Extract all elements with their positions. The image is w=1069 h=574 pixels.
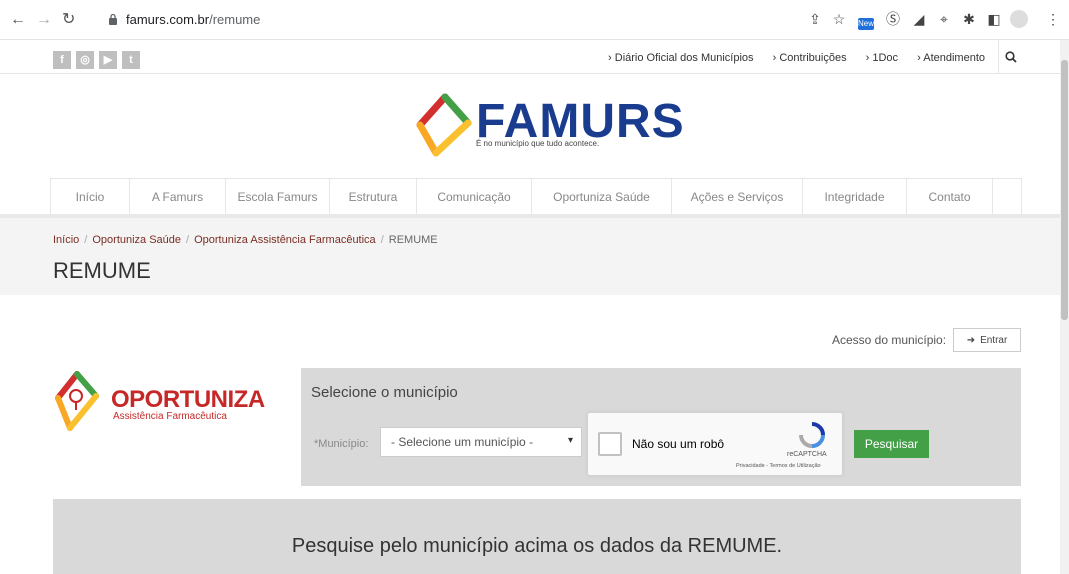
link-1doc[interactable]: › 1Doc <box>866 52 898 64</box>
recaptcha-links[interactable]: Privacidade - Termos de Utilização <box>736 463 821 469</box>
page-title: REMUME <box>53 258 151 283</box>
reload-icon[interactable]: ↻ <box>62 11 75 29</box>
location-icon[interactable]: ⌖ <box>935 10 953 28</box>
new-badge-icon[interactable]: New <box>858 18 874 30</box>
nav-item-comunicacao[interactable]: Comunicação <box>417 179 532 215</box>
recaptcha-widget: Não sou um robô reCAPTCHA Privacidade - … <box>587 412 843 476</box>
back-icon[interactable]: ← <box>10 11 26 29</box>
panel-title: Selecione o município <box>311 384 458 401</box>
nav-item-escola-famurs[interactable]: Escola Famurs <box>226 179 330 215</box>
recaptcha-label: Não sou um robô <box>632 437 725 451</box>
site-topbar: f ◎ ▶ t › Diário Oficial dos Municípios … <box>0 40 1069 74</box>
sidebar-icon[interactable]: ◧ <box>985 10 1003 28</box>
oportuniza-subtitle: Assistência Farmacêutica <box>113 411 227 422</box>
scrollbar-thumb[interactable] <box>1061 60 1068 320</box>
municipio-select[interactable]: - Selecione um município - ▾ <box>380 427 582 457</box>
oportuniza-title: OPORTUNIZA <box>111 386 265 413</box>
url-text: famurs.com.br/remume <box>126 12 261 27</box>
main-nav: Início A Famurs Escola Famurs Estrutura … <box>50 178 1022 215</box>
star-icon[interactable]: ☆ <box>830 10 848 28</box>
sign-in-icon: ➜ <box>966 334 976 346</box>
menu-icon[interactable]: ⋮ <box>1044 10 1062 28</box>
facebook-icon[interactable]: f <box>53 51 71 69</box>
breadcrumb-oportuniza-saude[interactable]: Oportuniza Saúde <box>92 234 181 246</box>
chevron-down-icon: ▾ <box>567 435 573 446</box>
nav-item-contato[interactable]: Contato <box>907 179 993 215</box>
page-header: Início / Oportuniza Saúde / Oportuniza Assis… <box>0 218 1060 295</box>
famurs-logo[interactable]: FAMURS É no município que tudo acontece. <box>416 93 684 163</box>
recaptcha-icon <box>799 422 825 448</box>
oportuniza-logo-icon <box>55 371 99 431</box>
avatar[interactable] <box>1010 10 1028 28</box>
link-diario-oficial[interactable]: › Diário Oficial dos Municípios <box>608 52 754 64</box>
nav-item-acoes-servicos[interactable]: Ações e Serviços <box>672 179 803 215</box>
pesquisar-button[interactable]: Pesquisar <box>854 430 929 458</box>
link-atendimento[interactable]: › Atendimento <box>917 52 985 64</box>
signal-icon[interactable]: ◢ <box>910 10 928 28</box>
select-municipio-panel: Selecione o município *Município: - Sele… <box>301 368 1021 486</box>
nav-item-integridade[interactable]: Integridade <box>803 179 907 215</box>
recaptcha-checkbox[interactable] <box>598 432 622 456</box>
nav-item-oportuniza-saude[interactable]: Oportuniza Saúde <box>532 179 672 215</box>
nav-item-inicio[interactable]: Início <box>51 179 130 215</box>
puzzle-icon[interactable]: ✱ <box>960 10 978 28</box>
top-links: › Diário Oficial dos Municípios › Contri… <box>592 52 985 64</box>
result-panel: Pesquise pelo município acima os dados d… <box>53 499 1021 574</box>
nav-item-a-famurs[interactable]: A Famurs <box>130 179 226 215</box>
skype-icon[interactable]: Ⓢ <box>884 10 902 28</box>
result-message: Pesquise pelo município acima os dados d… <box>291 535 783 557</box>
twitter-icon[interactable]: t <box>122 51 140 69</box>
breadcrumb: Início / Oportuniza Saúde / Oportuniza Assis… <box>53 234 438 246</box>
famurs-tagline: É no município que tudo acontece. <box>476 139 600 148</box>
breadcrumb-current: REMUME <box>388 234 438 246</box>
famurs-logo-icon <box>416 93 472 157</box>
lock-icon <box>109 13 117 25</box>
youtube-icon[interactable]: ▶ <box>99 51 117 69</box>
share-icon[interactable]: ⇪ <box>806 10 824 28</box>
municipio-label: *Município: <box>314 438 369 450</box>
forward-icon[interactable]: → <box>36 11 52 29</box>
nav-item-estrutura[interactable]: Estrutura <box>330 179 417 215</box>
breadcrumb-assistencia[interactable]: Oportuniza Assistência Farmacêutica <box>194 234 376 246</box>
oportuniza-logo: OPORTUNIZA Assistência Farmacêutica <box>55 370 280 440</box>
recaptcha-brand: reCAPTCHA <box>787 451 827 458</box>
link-contribuicoes[interactable]: › Contribuições <box>773 52 847 64</box>
instagram-icon[interactable]: ◎ <box>76 51 94 69</box>
entrar-button[interactable]: ➜ Entrar <box>953 328 1021 352</box>
search-icon[interactable] <box>998 40 1022 74</box>
browser-toolbar: ← → ↻ famurs.com.br/remume ⇪ ☆ New Ⓢ ◢ ⌖… <box>0 0 1069 40</box>
breadcrumb-inicio[interactable]: Início <box>53 234 79 246</box>
access-label: Acesso do município: <box>832 333 947 347</box>
